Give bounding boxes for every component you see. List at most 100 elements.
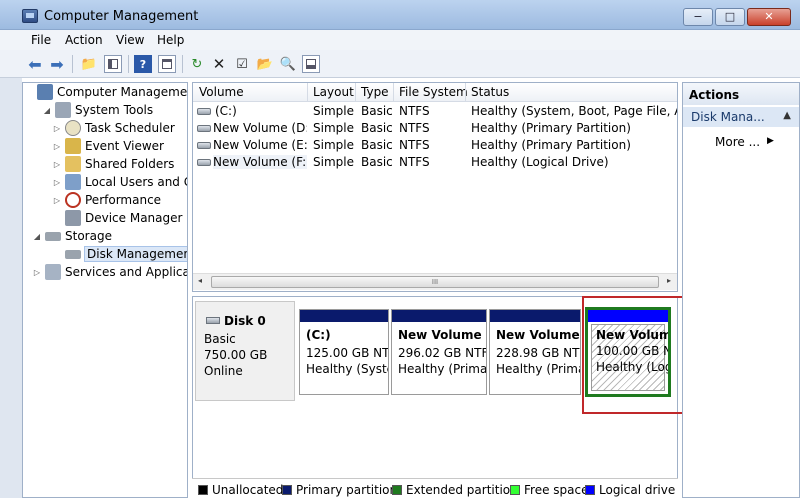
expand-arrow-icon[interactable]: ▷	[53, 124, 61, 133]
swatch	[198, 485, 208, 495]
horizontal-scrollbar[interactable]: ◂ III ▸	[193, 273, 677, 290]
toolbar: ⬅ ➡ 📁 ? ↻ ✕ ☑ 📂 🔍	[0, 50, 800, 78]
tree-label: Services and Applicatio	[65, 265, 187, 279]
partition-name: (C:)	[306, 328, 331, 342]
scroll-left-icon[interactable]: ◂	[198, 276, 202, 285]
primary-partition-bar	[300, 310, 388, 322]
menu-file[interactable]: File	[31, 33, 51, 47]
tree-item-local-users[interactable]: ▷ Local Users and Gro	[53, 173, 187, 191]
tree-label: System Tools	[75, 103, 154, 117]
tree-item-event-viewer[interactable]: ▷ Event Viewer	[53, 137, 164, 155]
computer-icon	[37, 84, 53, 100]
search-disk-icon[interactable]: 🔍	[279, 55, 297, 73]
tree-item-services[interactable]: ▷ Services and Applicatio	[33, 263, 187, 281]
swatch	[585, 485, 595, 495]
expand-arrow-icon[interactable]: ▷	[53, 196, 61, 205]
tree-label: Performance	[85, 193, 162, 207]
table-row[interactable]: New Volume (F:) Simple Basic NTFS Health…	[193, 154, 677, 171]
column-header-volume[interactable]: Volume	[199, 85, 244, 99]
show-tree-icon[interactable]	[104, 55, 122, 73]
tree-item-task-scheduler[interactable]: ▷ Task Scheduler	[53, 119, 175, 137]
drive-icon	[197, 125, 211, 132]
partition-name: New Volume (	[398, 328, 487, 342]
drive-icon	[197, 159, 211, 166]
swatch	[282, 485, 292, 495]
actions-section-disk-management[interactable]: Disk Mana... ▲	[683, 107, 799, 127]
tree-item-shared-folders[interactable]: ▷ Shared Folders	[53, 155, 174, 173]
tree-item-storage[interactable]: ◢ Storage	[33, 227, 112, 245]
partition-size: 125.00 GB NTF	[306, 346, 389, 360]
table-row[interactable]: New Volume (E:) Simple Basic NTFS Health…	[193, 137, 677, 154]
forward-icon[interactable]: ➡	[48, 55, 66, 74]
storage-icon	[45, 231, 61, 241]
tree-label: Event Viewer	[85, 139, 164, 153]
check-icon[interactable]: ☑	[233, 55, 251, 73]
tree-label: Local Users and Gro	[85, 175, 187, 189]
expand-arrow-icon[interactable]: ▷	[53, 142, 61, 151]
refresh-icon[interactable]: ↻	[188, 55, 206, 73]
delete-icon[interactable]: ✕	[210, 55, 228, 73]
up-folder-icon[interactable]: 📁	[80, 55, 98, 73]
table-row[interactable]: New Volume (D:) Simple Basic NTFS Health…	[193, 120, 677, 137]
menu-help[interactable]: Help	[157, 33, 184, 47]
tree-item-device-manager[interactable]: Device Manager	[53, 209, 182, 227]
back-icon[interactable]: ⬅	[26, 55, 44, 74]
actions-pane: Actions Disk Mana... ▲ More ... ▶	[682, 82, 800, 498]
partition-c[interactable]: (C:) 125.00 GB NTF Healthy (Syste	[299, 309, 389, 395]
tree-label: Computer Management (L	[57, 85, 188, 99]
table-row[interactable]: (C:) Simple Basic NTFS Healthy (System, …	[193, 103, 677, 120]
minimize-button[interactable]: −	[683, 8, 713, 26]
tree-label: Shared Folders	[85, 157, 175, 171]
scroll-thumb[interactable]: III	[211, 276, 659, 288]
disk-size: 750.00 GB	[204, 348, 268, 362]
more-actions-link[interactable]: More ...	[715, 135, 760, 149]
tree-item-system-tools[interactable]: ◢ System Tools	[43, 101, 153, 119]
left-border	[0, 78, 22, 498]
primary-partition-bar	[392, 310, 486, 322]
legend: Unallocated Primary partition Extended p…	[192, 478, 678, 498]
menu-action[interactable]: Action	[65, 33, 103, 47]
partition-d[interactable]: New Volume ( 296.02 GB NTFS Healthy (Pri…	[391, 309, 487, 395]
computer-management-icon	[22, 9, 38, 23]
maximize-button[interactable]: □	[715, 8, 745, 26]
primary-partition-bar	[490, 310, 580, 322]
expand-arrow-icon[interactable]: ▷	[53, 160, 61, 169]
expand-arrow-icon[interactable]: ▷	[53, 178, 61, 187]
chevron-right-icon: ▶	[767, 136, 774, 146]
window-title: Computer Management	[44, 9, 199, 24]
partition-status: Healthy (Prima	[496, 362, 581, 376]
swatch	[392, 485, 402, 495]
drive-icon	[197, 108, 211, 115]
column-header-layout[interactable]: Layout	[313, 85, 354, 99]
title-bar[interactable]: Computer Management − □ ✕	[0, 0, 800, 30]
partition-status: Healthy (Syste	[306, 362, 389, 376]
disk-state: Online	[204, 364, 243, 378]
swatch	[510, 485, 520, 495]
partition-e[interactable]: New Volume ( 228.98 GB NTFS Healthy (Pri…	[489, 309, 581, 395]
collapse-arrow-icon[interactable]: ◢	[43, 106, 51, 115]
help-icon[interactable]: ?	[134, 55, 152, 73]
disk-0-label[interactable]: Disk 0 Basic 750.00 GB Online	[195, 301, 295, 401]
column-header-type[interactable]: Type	[361, 85, 389, 99]
collapse-up-icon[interactable]: ▲	[783, 110, 791, 121]
menu-bar: File Action View Help	[0, 30, 800, 50]
column-header-file-system[interactable]: File System	[399, 85, 468, 99]
collapse-arrow-icon[interactable]: ◢	[33, 232, 41, 241]
expand-arrow-icon[interactable]: ▷	[33, 268, 41, 277]
disk-icon	[206, 317, 220, 324]
scroll-right-icon[interactable]: ▸	[667, 276, 671, 285]
legend-unallocated: Unallocated	[198, 483, 283, 497]
view-icon[interactable]	[302, 55, 320, 73]
close-button[interactable]: ✕	[747, 8, 791, 26]
tree-item-performance[interactable]: ▷ Performance	[53, 191, 161, 209]
properties-icon[interactable]	[158, 55, 176, 73]
tree-item-disk-management[interactable]: Disk Management	[53, 245, 187, 263]
legend-primary: Primary partition	[282, 483, 397, 497]
column-header-status[interactable]: Status	[471, 85, 509, 99]
legend-logical: Logical drive	[585, 483, 675, 497]
tools-icon	[55, 102, 71, 118]
tree-item-computer-management[interactable]: Computer Management (L	[25, 83, 188, 101]
open-folder-icon[interactable]: 📂	[256, 55, 274, 73]
drive-icon	[197, 142, 211, 149]
menu-view[interactable]: View	[116, 33, 144, 47]
